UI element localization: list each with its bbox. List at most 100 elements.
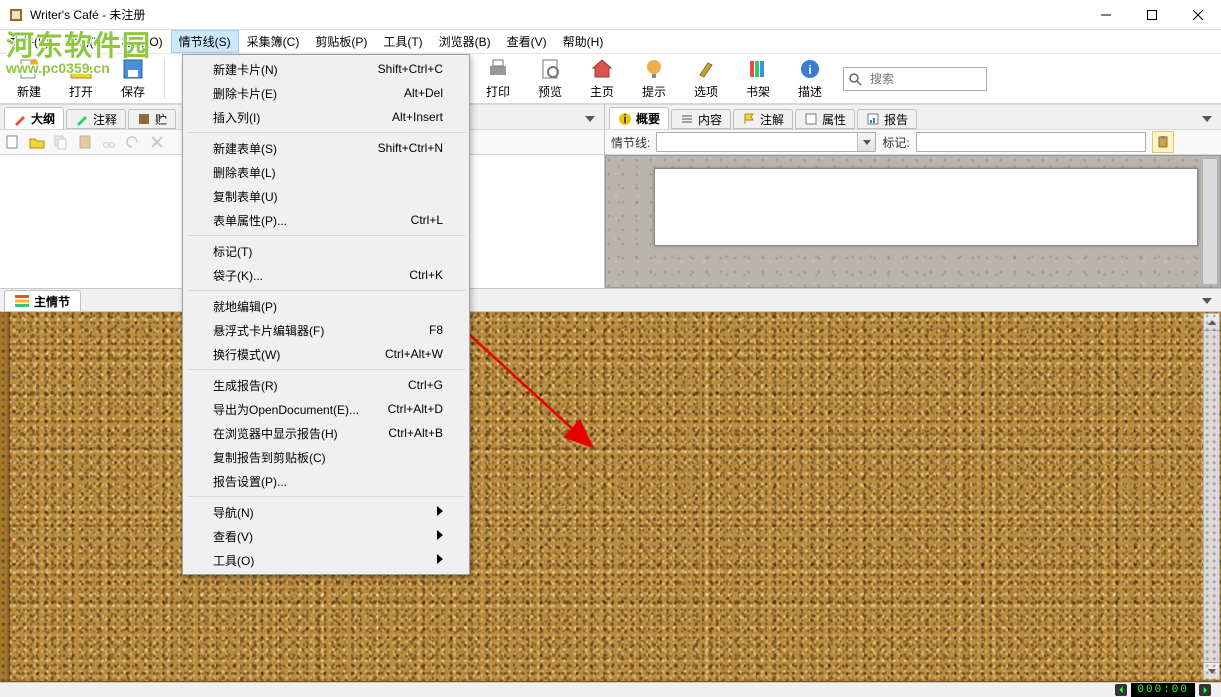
menu-item[interactable]: 就地编辑(P) — [185, 294, 467, 318]
toolbar-options-button[interactable]: 选项 — [681, 56, 731, 102]
toolbar-preview-button[interactable]: 预览 — [525, 56, 575, 102]
menu-item-8[interactable]: 查看(V) — [499, 30, 555, 53]
scroll-up-button[interactable] — [1204, 314, 1219, 331]
menu-item[interactable]: 标记(T) — [185, 239, 467, 263]
menu-item-4[interactable]: 采集簿(C) — [239, 30, 308, 53]
menu-item-1[interactable]: 编辑(E) — [57, 30, 113, 53]
pencil-red-icon — [13, 112, 27, 126]
tab-label: 报告 — [884, 111, 908, 128]
clipboard-button[interactable] — [1152, 131, 1174, 153]
toolbar-home-button[interactable]: 主页 — [577, 56, 627, 102]
search-input[interactable] — [866, 69, 986, 89]
mini-undo-icon[interactable] — [124, 133, 142, 151]
tab-label: 属性 — [822, 111, 846, 128]
search-box[interactable] — [843, 67, 987, 91]
mini-delete-icon[interactable] — [148, 133, 166, 151]
menu-item[interactable]: 导航(N) — [185, 500, 467, 524]
menu-label: 查看(V) — [213, 528, 253, 545]
cork-scrollbar[interactable] — [1203, 313, 1220, 680]
menu-label: 悬浮式卡片编辑器(F) — [213, 322, 324, 339]
toolbar-bookshelf-button[interactable]: 书架 — [733, 56, 783, 102]
menu-item[interactable]: 生成报告(R)Ctrl+G — [185, 373, 467, 397]
timer-prev-button[interactable]: ⏴ — [1115, 684, 1127, 696]
tab-label: 贮 — [155, 111, 167, 128]
toolbar-label: 预览 — [538, 83, 562, 100]
right-tab-content[interactable]: 内容 — [671, 109, 731, 129]
left-tab-storage[interactable]: 贮 — [128, 109, 176, 129]
menu-item[interactable]: 换行模式(W)Ctrl+Alt+W — [185, 342, 467, 366]
close-button[interactable] — [1175, 0, 1221, 30]
toolbar-describe-button[interactable]: i描述 — [785, 56, 835, 102]
menu-item[interactable]: 报告设置(P)... — [185, 469, 467, 493]
card-scrollbar[interactable] — [1202, 158, 1218, 285]
options-icon — [694, 57, 718, 81]
tab-label: 内容 — [698, 111, 722, 128]
menu-item[interactable]: 新建表单(S)Shift+Ctrl+N — [185, 136, 467, 160]
mini-new-icon[interactable] — [4, 133, 22, 151]
toolbar-new-button[interactable]: 新建 — [4, 56, 54, 102]
menu-label: 删除卡片(E) — [213, 85, 277, 102]
pencil-green-icon — [75, 112, 89, 126]
mark-input[interactable] — [916, 132, 1146, 152]
menu-item-0[interactable]: 文件(F) — [2, 30, 57, 53]
right-tab-report[interactable]: 报告 — [857, 109, 917, 129]
menu-item[interactable]: 删除表单(L) — [185, 160, 467, 184]
toolbar-label: 打印 — [486, 83, 510, 100]
toolbar-print-button[interactable]: 打印 — [473, 56, 523, 102]
menu-label: 就地编辑(P) — [213, 298, 277, 315]
summary-card[interactable] — [654, 168, 1198, 246]
submenu-arrow-icon — [437, 529, 443, 543]
menu-item[interactable]: 工具(O) — [185, 548, 467, 572]
left-tab-menu[interactable] — [580, 109, 600, 129]
minimize-button[interactable] — [1083, 0, 1129, 30]
maximize-button[interactable] — [1129, 0, 1175, 30]
menu-item[interactable]: 插入列(I)Alt+Insert — [185, 105, 467, 129]
menu-item[interactable]: 悬浮式卡片编辑器(F)F8 — [185, 318, 467, 342]
toolbar-tips-button[interactable]: 提示 — [629, 56, 679, 102]
window-title: Writer's Café - 未注册 — [30, 6, 1213, 23]
menu-item-9[interactable]: 帮助(H) — [555, 30, 612, 53]
toolbar-open-button[interactable]: 打开 — [56, 56, 106, 102]
tab-label: 大纲 — [31, 110, 55, 127]
left-tab-annotation[interactable]: 注释 — [66, 109, 126, 129]
toolbar-save-button[interactable]: 保存 — [108, 56, 158, 102]
menu-item[interactable]: 袋子(K)...Ctrl+K — [185, 263, 467, 287]
menu-item-2[interactable]: 格式(O) — [113, 30, 170, 53]
menu-label: 导航(N) — [213, 504, 254, 521]
right-tab-annotate[interactable]: 注解 — [733, 109, 793, 129]
mini-open-icon[interactable] — [28, 133, 46, 151]
menu-item[interactable]: 在浏览器中显示报告(H)Ctrl+Alt+B — [185, 421, 467, 445]
mini-copy-icon[interactable] — [52, 133, 70, 151]
menu-item[interactable]: 复制报告到剪贴板(C) — [185, 445, 467, 469]
timer-next-button[interactable]: ⏵ — [1199, 684, 1211, 696]
menu-item-3[interactable]: 情节线(S) — [171, 30, 239, 53]
plotline-dropdown[interactable] — [656, 132, 876, 152]
left-tab-outline[interactable]: 大纲 — [4, 107, 64, 129]
book-icon — [137, 112, 151, 126]
right-tab-summary[interactable]: i概要 — [609, 107, 669, 129]
toolbar-label: 新建 — [17, 83, 41, 100]
info-yellow-icon: i — [618, 112, 632, 126]
mini-cut-icon[interactable] — [100, 133, 118, 151]
menu-item[interactable]: 新建卡片(N)Shift+Ctrl+C — [185, 57, 467, 81]
scroll-down-button[interactable] — [1204, 662, 1219, 679]
plot-tab-menu[interactable] — [1197, 291, 1217, 311]
menu-item-5[interactable]: 剪贴板(P) — [307, 30, 375, 53]
mini-paste-icon[interactable] — [76, 133, 94, 151]
menu-item[interactable]: 导出为OpenDocument(E)...Ctrl+Alt+D — [185, 397, 467, 421]
menu-label: 插入列(I) — [213, 109, 260, 126]
menu-item[interactable]: 表单属性(P)...Ctrl+L — [185, 208, 467, 232]
search-icon — [844, 68, 866, 90]
menu-label: 换行模式(W) — [213, 346, 280, 363]
menu-item-6[interactable]: 工具(T) — [375, 30, 430, 53]
menu-item[interactable]: 复制表单(U) — [185, 184, 467, 208]
menu-item-7[interactable]: 浏览器(B) — [431, 30, 499, 53]
toolbar-label: 打开 — [69, 83, 93, 100]
right-tab-properties[interactable]: 属性 — [795, 109, 855, 129]
plot-tab-main[interactable]: 主情节 — [4, 290, 81, 311]
tab-label: 注解 — [760, 111, 784, 128]
menu-label: 复制表单(U) — [213, 188, 278, 205]
right-tab-menu[interactable] — [1197, 109, 1217, 129]
menu-item[interactable]: 删除卡片(E)Alt+Del — [185, 81, 467, 105]
menu-item[interactable]: 查看(V) — [185, 524, 467, 548]
